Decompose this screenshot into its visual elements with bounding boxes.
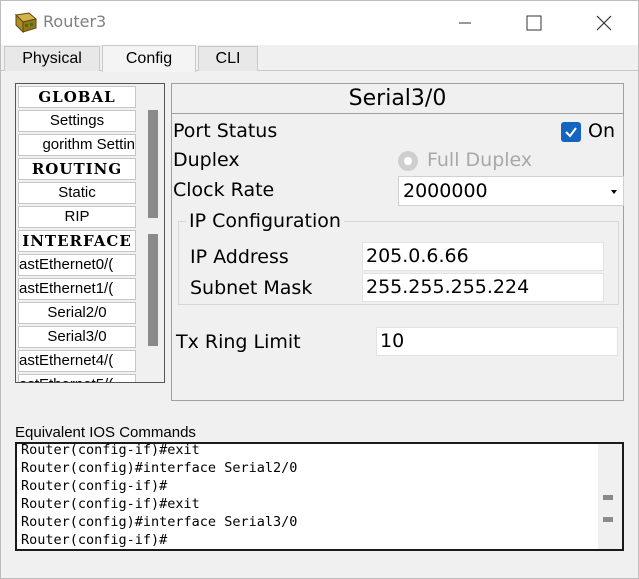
nav-item-fastethernet5[interactable]: astEthernet5/(	[18, 374, 136, 382]
ios-line: Router(config-if)#	[21, 532, 168, 548]
tab-bar: Physical Config CLI	[1, 45, 638, 72]
port-status-label: Port Status	[173, 120, 278, 142]
ip-address-value: 205.0.6.66	[366, 245, 469, 267]
nav-item-static[interactable]: Static	[18, 182, 136, 204]
nav-scroll-thumb[interactable]	[148, 234, 158, 346]
config-nav-list: GLOBAL Settings gorithm Settin ROUTING S…	[15, 83, 165, 383]
tx-ring-limit-value: 10	[380, 330, 405, 352]
minimize-button[interactable]	[441, 1, 489, 45]
nav-item-settings[interactable]: Settings	[18, 110, 136, 132]
nav-item-fastethernet0[interactable]: astEthernet0/(	[18, 254, 136, 276]
tab-config[interactable]: Config	[102, 45, 196, 72]
nav-header-interface: INTERFACE	[18, 230, 136, 252]
minimize-icon	[459, 22, 471, 24]
router-config-window: Router3 Physical Config CLI GLOBAL Setti…	[0, 0, 639, 579]
ios-scroll-thumb[interactable]	[603, 495, 613, 500]
nav-item-fastethernet1[interactable]: astEthernet1/(	[18, 278, 136, 300]
nav-item-rip[interactable]: RIP	[18, 206, 136, 228]
subnet-mask-input[interactable]: 255.255.255.224	[362, 273, 604, 302]
close-button[interactable]	[580, 1, 628, 45]
close-icon	[596, 15, 612, 31]
full-duplex-radio[interactable]	[398, 151, 418, 171]
nav-header-routing: ROUTING	[18, 158, 136, 180]
ios-commands-label: Equivalent IOS Commands	[15, 424, 196, 441]
ip-address-input[interactable]: 205.0.6.66	[362, 242, 604, 271]
clock-rate-label: Clock Rate	[173, 179, 275, 201]
router-app-icon	[13, 11, 39, 35]
ios-scrollbar[interactable]	[598, 444, 622, 549]
ios-line: Router(config)#interface Serial3/0	[21, 514, 298, 530]
title-bar: Router3	[1, 1, 638, 45]
ios-line: Router(config)#interface Serial2/0	[21, 460, 298, 476]
duplex-label: Duplex	[173, 149, 240, 171]
ios-line: Router(config-if)#	[21, 478, 168, 494]
window-title: Router3	[43, 12, 107, 31]
interface-title: Serial3/0	[172, 84, 623, 114]
tab-physical[interactable]: Physical	[4, 46, 100, 71]
subnet-mask-value: 255.255.255.224	[366, 276, 530, 298]
nav-item-serial3[interactable]: Serial3/0	[18, 326, 136, 348]
nav-scroll-thumb[interactable]	[148, 110, 158, 218]
tx-ring-limit-input[interactable]: 10	[376, 327, 618, 356]
tab-cli[interactable]: CLI	[198, 46, 258, 71]
dropdown-arrow-icon	[611, 190, 617, 194]
ios-commands-output[interactable]: Router(config-if)#exit Router(config)#in…	[15, 442, 624, 551]
nav-item-fastethernet4[interactable]: astEthernet4/(	[18, 350, 136, 372]
interface-config-panel: Serial3/0 Port Status On Duplex Full Dup…	[171, 83, 624, 401]
ios-line: Router(config-if)#exit	[21, 496, 200, 512]
ip-address-label: IP Address	[190, 246, 289, 268]
clock-rate-value: 2000000	[403, 180, 488, 202]
maximize-button[interactable]	[510, 1, 558, 45]
subnet-mask-label: Subnet Mask	[190, 277, 313, 299]
ip-configuration-title: IP Configuration	[186, 210, 344, 232]
checkmark-icon	[565, 127, 577, 138]
port-status-checkbox[interactable]	[561, 122, 581, 142]
clock-rate-select[interactable]: 2000000	[398, 176, 624, 206]
maximize-icon	[526, 15, 542, 31]
nav-item-algorithm-settings[interactable]: gorithm Settin	[18, 134, 136, 156]
nav-scrollbar[interactable]	[145, 84, 163, 382]
tx-ring-limit-label: Tx Ring Limit	[176, 331, 301, 353]
port-status-value: On	[588, 120, 615, 142]
nav-item-serial2[interactable]: Serial2/0	[18, 302, 136, 324]
ios-line: Router(config-if)#exit	[21, 442, 200, 458]
ios-scroll-thumb[interactable]	[603, 517, 613, 522]
nav-header-global: GLOBAL	[18, 86, 136, 108]
full-duplex-label: Full Duplex	[427, 149, 533, 171]
